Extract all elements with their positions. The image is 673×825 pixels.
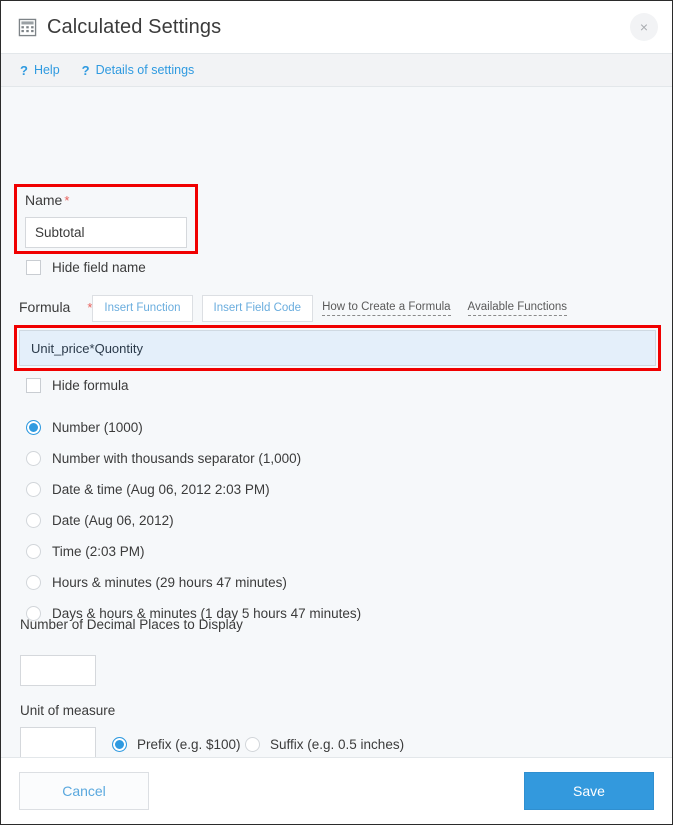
format-option-number-label: Number (1000): [52, 420, 143, 435]
help-bar: ? Help ? Details of settings: [1, 54, 672, 87]
format-option-date-time-label: Date & time (Aug 06, 2012 2:03 PM): [52, 482, 270, 497]
format-option-date-time[interactable]: Date & time (Aug 06, 2012 2:03 PM): [26, 474, 526, 505]
format-options-group: Number (1000) Number with thousands sepa…: [26, 412, 526, 629]
hide-field-name-row[interactable]: Hide field name: [26, 260, 146, 275]
formula-toolbar: Formula* Insert Function Insert Field Co…: [19, 295, 584, 322]
name-required-marker: *: [64, 193, 69, 208]
unit-suffix-radio[interactable]: [245, 737, 260, 752]
formula-field-highlight: [14, 325, 661, 371]
format-option-date[interactable]: Date (Aug 06, 2012): [26, 505, 526, 536]
dialog-footer: Cancel Save: [1, 757, 672, 824]
unit-suffix-option[interactable]: Suffix (e.g. 0.5 inches): [245, 737, 404, 752]
format-option-hours-minutes-label: Hours & minutes (29 hours 47 minutes): [52, 575, 287, 590]
hide-formula-row[interactable]: Hide formula: [26, 378, 129, 393]
hide-formula-label: Hide formula: [52, 378, 129, 393]
format-option-hours-minutes[interactable]: Hours & minutes (29 hours 47 minutes): [26, 567, 526, 598]
dialog-body: Name* Hide field name Formula* Insert Fu…: [1, 87, 672, 757]
how-to-create-formula-link[interactable]: How to Create a Formula: [322, 301, 450, 316]
available-functions-link[interactable]: Available Functions: [468, 301, 568, 316]
close-icon[interactable]: ×: [630, 13, 658, 41]
format-option-number-separator-radio[interactable]: [26, 451, 41, 466]
formula-label: Formula: [19, 299, 70, 315]
calculator-icon: [18, 18, 37, 37]
unit-of-measure-input[interactable]: [20, 727, 96, 757]
hide-formula-checkbox[interactable]: [26, 378, 41, 393]
decimal-places-input[interactable]: [20, 655, 96, 686]
format-option-number-separator-label: Number with thousands separator (1,000): [52, 451, 301, 466]
calculated-settings-dialog: Calculated Settings × ? Help ? Details o…: [0, 0, 673, 825]
help-link[interactable]: ? Help: [20, 63, 60, 77]
name-input[interactable]: [25, 217, 187, 248]
format-option-time-label: Time (2:03 PM): [52, 544, 145, 559]
details-of-settings-label: Details of settings: [96, 63, 195, 77]
format-option-date-time-radio[interactable]: [26, 482, 41, 497]
cancel-button[interactable]: Cancel: [19, 772, 149, 810]
unit-prefix-option[interactable]: Prefix (e.g. $100): [112, 737, 241, 752]
hide-field-name-checkbox[interactable]: [26, 260, 41, 275]
dialog-title: Calculated Settings: [47, 16, 221, 39]
format-option-date-radio[interactable]: [26, 513, 41, 528]
name-label: Name: [25, 192, 62, 208]
formula-input[interactable]: [19, 330, 656, 366]
unit-of-measure-label: Unit of measure: [20, 703, 115, 718]
format-option-hours-minutes-radio[interactable]: [26, 575, 41, 590]
format-option-number-radio[interactable]: [26, 420, 41, 435]
details-of-settings-link[interactable]: ? Details of settings: [82, 63, 195, 77]
question-mark-icon: ?: [82, 64, 90, 77]
insert-field-code-button[interactable]: Insert Field Code: [202, 295, 314, 322]
insert-function-button[interactable]: Insert Function: [92, 295, 192, 322]
name-field-highlight: Name*: [14, 184, 198, 254]
unit-prefix-label: Prefix (e.g. $100): [137, 737, 241, 752]
unit-prefix-radio[interactable]: [112, 737, 127, 752]
save-button[interactable]: Save: [524, 772, 654, 810]
unit-suffix-label: Suffix (e.g. 0.5 inches): [270, 737, 404, 752]
formula-label-wrap: Formula*: [19, 299, 92, 317]
name-label-wrap: Name*: [25, 192, 187, 210]
help-link-label: Help: [34, 63, 60, 77]
hide-field-name-label: Hide field name: [52, 260, 146, 275]
format-option-number[interactable]: Number (1000): [26, 412, 526, 443]
format-option-number-separator[interactable]: Number with thousands separator (1,000): [26, 443, 526, 474]
format-option-time-radio[interactable]: [26, 544, 41, 559]
format-option-date-label: Date (Aug 06, 2012): [52, 513, 174, 528]
decimal-places-label: Number of Decimal Places to Display: [20, 617, 243, 632]
dialog-titlebar: Calculated Settings ×: [1, 1, 672, 54]
question-mark-icon: ?: [20, 64, 28, 77]
format-option-time[interactable]: Time (2:03 PM): [26, 536, 526, 567]
